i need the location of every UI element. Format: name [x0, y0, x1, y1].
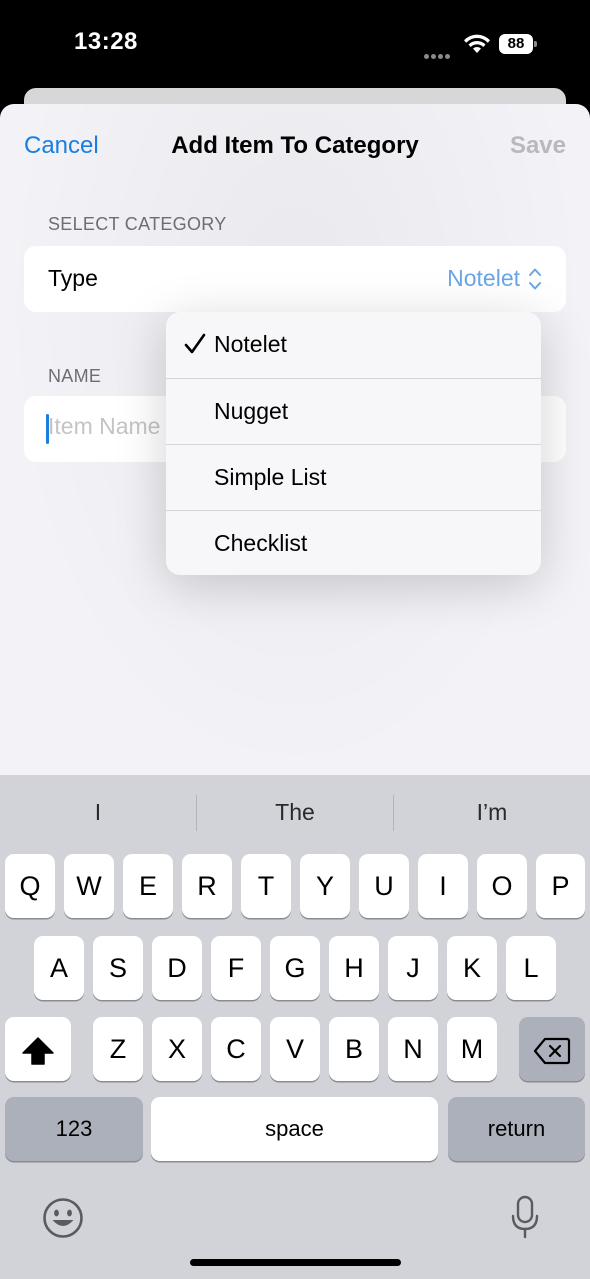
key-b[interactable]: B: [329, 1017, 379, 1081]
key-w[interactable]: W: [64, 854, 114, 918]
battery-level: 88: [499, 34, 533, 54]
key-k[interactable]: K: [447, 936, 497, 1000]
key-n[interactable]: N: [388, 1017, 438, 1081]
home-indicator: [190, 1259, 401, 1266]
shift-arrow-icon: [22, 1037, 54, 1065]
signal-dots-icon: [424, 46, 454, 59]
key-d[interactable]: D: [152, 936, 202, 1000]
type-selected-value[interactable]: Notelet: [447, 265, 520, 292]
name-header: NAME: [48, 366, 102, 386]
key-q[interactable]: Q: [5, 854, 55, 918]
menu-item-label: Notelet: [214, 331, 287, 357]
key-y[interactable]: Y: [300, 854, 350, 918]
type-label: Type: [48, 265, 98, 291]
select-category-header: SELECT CATEGORY: [48, 214, 227, 234]
menu-item-checklist[interactable]: Checklist: [166, 510, 541, 575]
key-p[interactable]: P: [536, 854, 585, 918]
key-l[interactable]: L: [506, 936, 556, 1000]
shift-key[interactable]: [5, 1017, 71, 1081]
microphone-icon[interactable]: [510, 1195, 540, 1239]
suggestion-1[interactable]: I: [0, 799, 196, 826]
type-picker-row[interactable]: Type Notelet: [24, 246, 566, 312]
status-time: 13:28: [74, 28, 138, 55]
suggestion-2[interactable]: The: [197, 799, 393, 826]
key-c[interactable]: C: [211, 1017, 261, 1081]
key-e[interactable]: E: [123, 854, 173, 918]
keyboard: I The I’m Q W E R T Y U I O P A S D F G …: [0, 775, 590, 1279]
backspace-icon: [533, 1037, 571, 1064]
key-a[interactable]: A: [34, 936, 84, 1000]
return-key[interactable]: return: [448, 1097, 585, 1161]
emoji-icon[interactable]: [42, 1197, 84, 1239]
key-x[interactable]: X: [152, 1017, 202, 1081]
menu-item-label: Checklist: [214, 530, 308, 556]
key-h[interactable]: H: [329, 936, 379, 1000]
key-r[interactable]: R: [182, 854, 232, 918]
key-o[interactable]: O: [477, 854, 527, 918]
key-j[interactable]: J: [388, 936, 438, 1000]
save-button[interactable]: Save: [510, 132, 566, 160]
menu-item-simple-list[interactable]: Simple List: [166, 444, 541, 510]
key-f[interactable]: F: [211, 936, 261, 1000]
key-t[interactable]: T: [241, 854, 291, 918]
category-type-menu: Notelet Nugget Simple List Checklist: [166, 312, 541, 575]
status-bar: 13:28 88: [0, 0, 590, 90]
menu-item-label: Simple List: [214, 464, 327, 490]
key-m[interactable]: M: [447, 1017, 497, 1081]
battery-icon: 88: [499, 34, 537, 54]
key-v[interactable]: V: [270, 1017, 320, 1081]
suggestion-3[interactable]: I’m: [394, 799, 590, 826]
key-g[interactable]: G: [270, 936, 320, 1000]
key-i[interactable]: I: [418, 854, 468, 918]
menu-item-notelet[interactable]: Notelet: [166, 312, 541, 378]
checkmark-icon: [184, 333, 206, 354]
key-s[interactable]: S: [93, 936, 143, 1000]
delete-key[interactable]: [519, 1017, 585, 1081]
chevron-up-down-icon: [529, 268, 541, 290]
menu-item-label: Nugget: [214, 398, 289, 424]
menu-item-nugget[interactable]: Nugget: [166, 378, 541, 444]
numbers-key[interactable]: 123: [5, 1097, 143, 1161]
key-z[interactable]: Z: [93, 1017, 143, 1081]
wifi-icon: [464, 34, 490, 53]
cancel-button[interactable]: Cancel: [24, 132, 99, 160]
space-key[interactable]: space: [151, 1097, 438, 1161]
key-u[interactable]: U: [359, 854, 409, 918]
